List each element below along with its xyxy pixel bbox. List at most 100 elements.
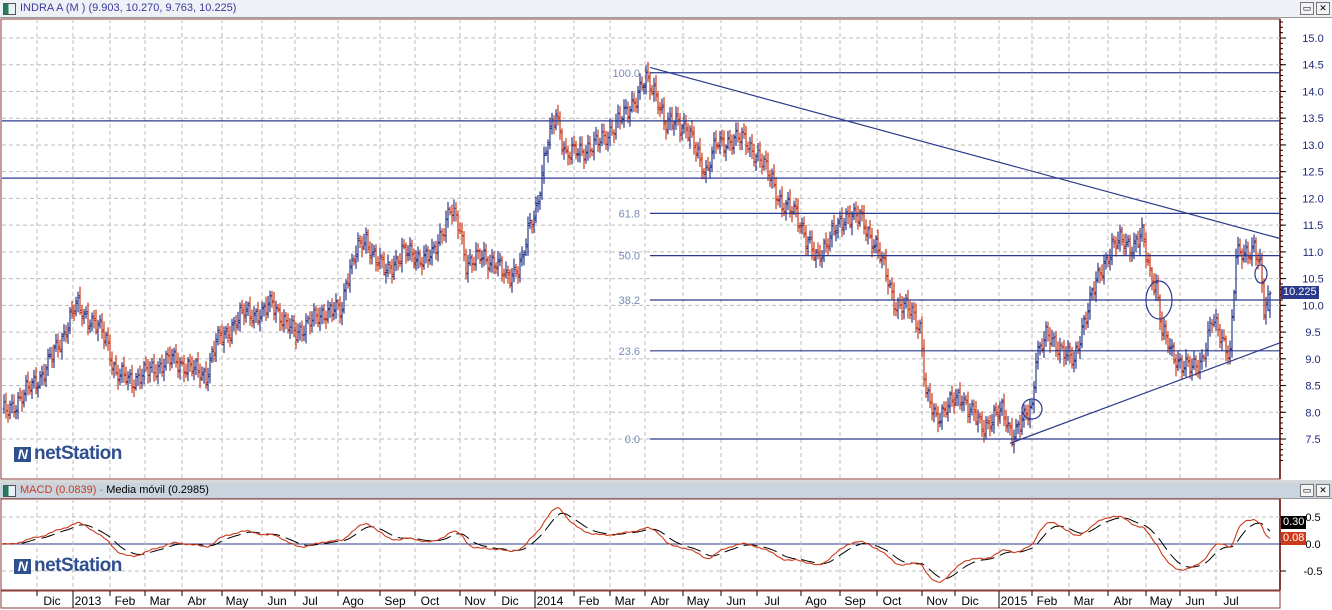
price-bar [266,295,270,319]
price-bar [588,135,592,159]
fibonacci-level-label: 23.6 [619,346,640,358]
price-bar [626,101,630,124]
price-bar [506,265,510,284]
price-bar [1262,278,1266,321]
price-bar [396,255,400,271]
price-bar [134,372,138,391]
price-bar [146,358,150,384]
price-bar [1224,335,1228,362]
date-label: Nov [464,594,485,608]
price-bar [554,109,558,131]
price-bar [976,409,980,433]
price-bar [816,242,820,260]
price-bar [394,250,398,272]
price-bar [148,361,152,383]
price-bar [1200,349,1204,370]
price-bar [1036,340,1040,370]
price-bar [708,161,712,179]
price-bar [304,313,308,344]
price-bar [1042,330,1046,358]
price-bar [100,313,104,339]
price-bar [562,141,566,160]
price-bar [4,392,8,419]
price-bar [592,131,596,161]
price-bar [62,324,66,342]
date-label: 2015 [1001,594,1028,608]
price-bar [608,118,612,147]
price-bar [912,301,916,321]
price-tick-label: 12.0 [1302,193,1323,205]
price-bar [440,228,444,245]
price-bar [334,293,338,319]
price-bar [24,375,28,402]
price-bar [1072,351,1076,373]
price-bar [710,146,714,173]
price-tick-label: 8.5 [1305,381,1320,393]
date-label: Nov [926,594,947,608]
price-bar [676,106,680,126]
price-bar [1070,346,1074,369]
price-bar [196,351,200,378]
price-bar [314,305,318,325]
price-bar [312,303,316,327]
price-bar [192,360,196,381]
price-bar [268,290,272,313]
price-bar [544,146,548,157]
price-bar [940,404,944,430]
price-bar [1198,352,1202,380]
price-bar [808,230,812,244]
price-bar [782,202,786,217]
price-bar [210,346,214,364]
price-bar [60,332,64,360]
price-bar [372,244,376,258]
price-tick-label: 11.5 [1303,220,1324,232]
price-bar [342,283,346,314]
price-bar [516,266,520,284]
price-bar [636,86,640,114]
price-bar [690,120,694,138]
price-bar [540,164,544,200]
price-bar [280,312,284,331]
price-bar [388,261,392,274]
date-label: Feb [115,594,136,608]
chart-canvas[interactable]: 100.0 61.8 50.0 38.2 23.6 0.0 15.0 14.5 14.0 13.… [0,0,1332,610]
price-bar [82,309,86,325]
price-bar [444,210,448,243]
price-bar [568,151,572,166]
price-bar [1166,331,1170,354]
price-bar [206,367,210,392]
price-bar [714,130,718,154]
panel-divider[interactable] [0,480,1332,483]
netstation-logo: NnetStation [14,443,122,465]
fibonacci-level-label: 50.0 [619,251,640,263]
price-bar [386,254,390,278]
price-bar [262,302,266,317]
price-bar [110,351,114,376]
price-bar [300,320,304,342]
price-bar [740,127,744,151]
price-bar [1140,217,1144,242]
price-bar [368,241,372,265]
price-bar [424,244,428,264]
price-bar [56,333,60,358]
price-bar [408,237,412,261]
price-bar [1160,311,1164,341]
price-bar [1116,231,1120,250]
price-bar [962,392,966,412]
date-label: Jun [267,594,286,608]
date-label: Jun [726,594,745,608]
price-bar [374,244,378,272]
price-bar [218,325,222,345]
price-bar [794,198,798,218]
price-bar [114,355,118,376]
price-bar [1208,316,1212,337]
price-bar [20,390,24,412]
price-bar [1196,359,1200,378]
price-bar [872,239,876,254]
price-bar [288,318,292,339]
price-bar [790,206,794,223]
price-bar [308,311,312,335]
price-bar [738,132,742,151]
price-bar [458,222,462,235]
price-bar [1130,246,1134,262]
